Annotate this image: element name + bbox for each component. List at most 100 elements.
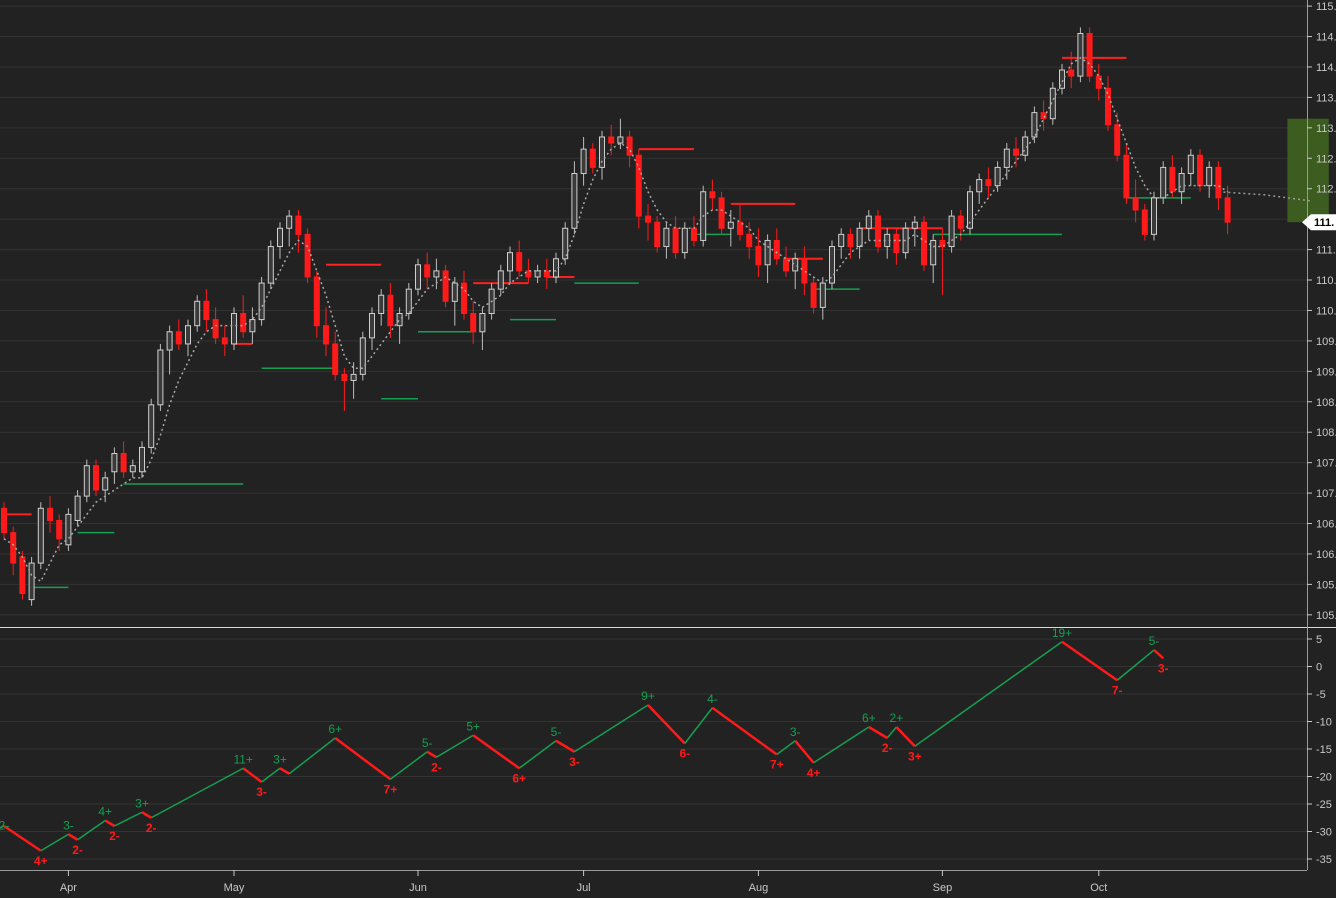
candle-down [10, 532, 17, 564]
price-tick-label: 109. [1316, 336, 1336, 348]
candle-up [231, 313, 237, 345]
candle-up [479, 313, 486, 333]
candle-down [783, 258, 789, 272]
candle-up [378, 294, 385, 314]
candle-up [433, 270, 440, 278]
candle-down [1114, 124, 1121, 156]
candle-up [1206, 166, 1213, 187]
candle-up [865, 215, 872, 229]
zigzag-label: 4+ [807, 766, 821, 780]
last-price-label: 111. [1314, 217, 1334, 229]
candle-down [921, 221, 927, 266]
candle-up [139, 446, 145, 473]
zigzag-label: 7+ [770, 758, 784, 772]
candle-up [1178, 172, 1185, 193]
price-tick-label: 112. [1316, 153, 1336, 165]
candle-down [773, 239, 780, 260]
candle-down [1123, 154, 1130, 199]
candle-up [83, 465, 90, 497]
candle-up [727, 221, 734, 229]
candle-down [1086, 32, 1093, 77]
oscillator-tick-label: 5 [1316, 634, 1322, 646]
zigzag-label: 2- [72, 843, 83, 857]
candle-down [645, 215, 651, 223]
time-tick-label: Oct [1090, 882, 1107, 894]
oscillator-tick-label: -10 [1316, 717, 1332, 729]
candle-up [580, 148, 587, 174]
zigzag-label: 3- [1158, 661, 1169, 675]
zigzag-label: 6+ [862, 711, 876, 725]
candle-down [718, 197, 725, 229]
zigzag-label: 7+ [384, 782, 398, 796]
candle-up [856, 227, 863, 248]
candle-up [415, 264, 421, 290]
candle-up [617, 136, 624, 144]
candle-up [911, 221, 918, 229]
price-tick-label: 113. [1316, 92, 1336, 104]
candle-up [534, 270, 541, 278]
price-tick-label: 114. [1316, 32, 1336, 44]
candle-down [304, 233, 311, 278]
price-tick-label: 108. [1316, 427, 1336, 439]
zigzag-label: 3+ [135, 796, 149, 810]
candle-up [37, 507, 44, 564]
price-tick-label: 113. [1316, 123, 1336, 135]
zigzag-label: 5- [1149, 634, 1160, 648]
price-tick-label: 105. [1316, 610, 1336, 622]
zigzag-label: 2- [431, 760, 442, 774]
candle-down [985, 179, 992, 187]
candle-down [332, 343, 339, 375]
price-tick-label: 106. [1316, 549, 1336, 561]
price-tick-label: 109. [1316, 366, 1336, 378]
candle-up [1031, 112, 1038, 138]
candle-up [148, 404, 155, 448]
candle-down [847, 233, 854, 248]
oscillator-tick-label: -35 [1316, 854, 1332, 866]
candle-down [120, 453, 127, 473]
candle-down [543, 270, 550, 278]
candle-down [1013, 148, 1019, 156]
oscillator-tick-label: -20 [1316, 772, 1332, 784]
oscillator-tick-label: -30 [1316, 827, 1332, 839]
zigzag-label: 2- [146, 821, 157, 835]
candle-up [258, 282, 265, 321]
candle-down [341, 373, 348, 381]
oscillator-tick-label: -5 [1316, 689, 1326, 701]
price-tick-label: 114. [1316, 62, 1336, 74]
price-tick-label: 115. [1316, 1, 1336, 13]
candle-down [957, 215, 964, 229]
candle-down [1105, 87, 1111, 126]
zigzag-label: 3- [569, 755, 580, 769]
candle-up [571, 172, 578, 229]
candle-up [1151, 197, 1157, 235]
zigzag-label: 2- [109, 829, 120, 843]
candle-down [212, 319, 219, 339]
time-tick-label: Aug [749, 882, 769, 894]
candle-down [589, 148, 596, 168]
candle-up [369, 313, 375, 339]
candle-down [801, 258, 808, 284]
candle-up [28, 562, 35, 601]
zigzag-label: 4+ [34, 854, 48, 868]
candle-up [562, 227, 569, 260]
candle-down [893, 233, 900, 254]
candle-down [424, 264, 431, 278]
zigzag-label: 11+ [233, 752, 252, 766]
price-tick-label: 107. [1316, 488, 1336, 500]
candle-up [507, 252, 513, 272]
zigzag-label: 6+ [328, 722, 342, 736]
price-tick-label: 112. [1316, 184, 1336, 196]
candle-down [221, 337, 228, 345]
candle-down [755, 246, 762, 266]
candle-up [350, 373, 357, 381]
candle-up [267, 246, 274, 284]
candle-down [875, 215, 881, 248]
zigzag-label: 4+ [98, 805, 112, 819]
zigzag-label: 3- [256, 785, 267, 799]
chart-background [0, 0, 1336, 898]
zigzag-label: 9+ [641, 689, 655, 703]
candle-down [93, 465, 99, 491]
candle-down [323, 325, 329, 345]
oscillator-tick-label: -25 [1316, 799, 1332, 811]
time-tick-label: Sep [933, 882, 953, 894]
